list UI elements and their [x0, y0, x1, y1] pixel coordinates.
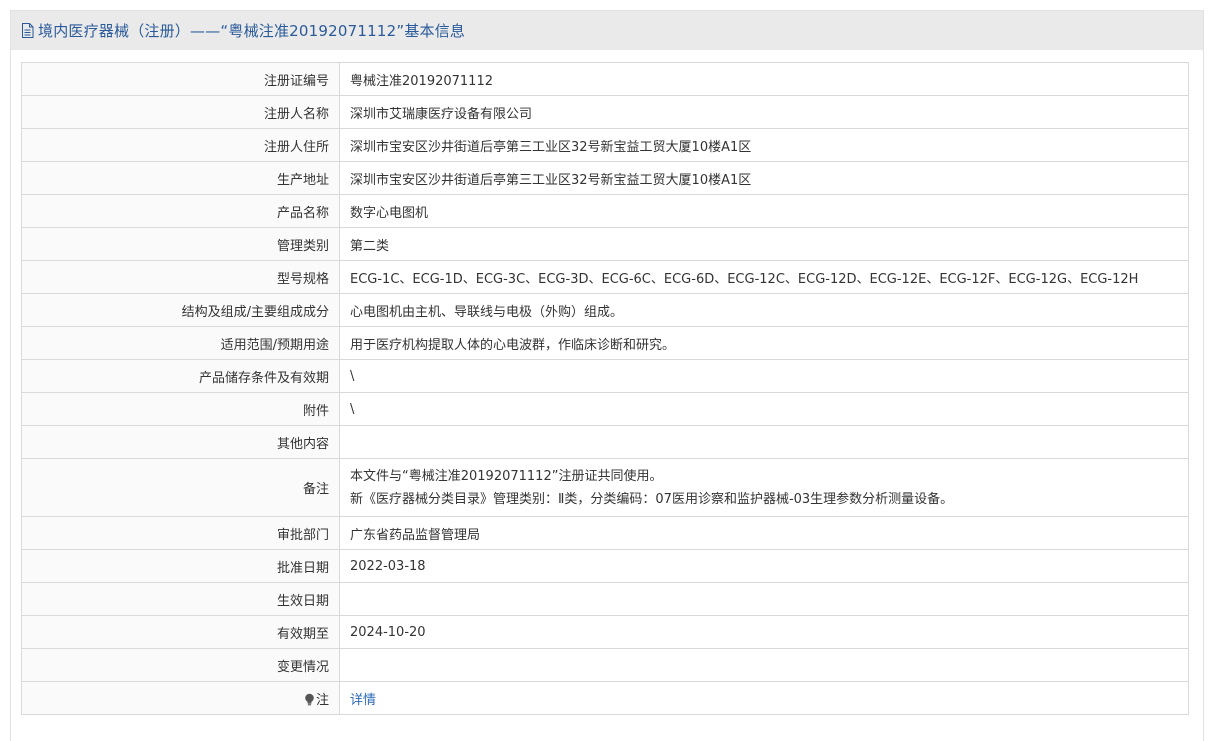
table-row: 产品储存条件及有效期 \: [21, 359, 1189, 393]
table-row: 审批部门 广东省药品监督管理局: [21, 516, 1189, 550]
table-row: 注册人名称 深圳市艾瑞康医疗设备有限公司: [21, 95, 1189, 129]
remark-value: 本文件与“粤械注准20192071112”注册证共同使用。 新《医疗器械分类目录…: [339, 458, 1189, 517]
document-icon: [21, 22, 35, 39]
row-label: 变更情况: [21, 648, 340, 682]
row-label: 批准日期: [21, 549, 340, 583]
table-row: 注册人住所 深圳市宝安区沙井街道后亭第三工业区32号新宝益工贸大厦10楼A1区: [21, 128, 1189, 162]
panel-header: 境内医疗器械（注册）——“粤械注准20192071112”基本信息: [11, 11, 1203, 50]
row-value: 广东省药品监督管理局: [339, 516, 1189, 550]
table-row: 管理类别 第二类: [21, 227, 1189, 261]
table-row: 批准日期 2022-03-18: [21, 549, 1189, 583]
row-label: 结构及组成/主要组成成分: [21, 293, 340, 327]
table-row: 有效期至 2024-10-20: [21, 615, 1189, 649]
info-table: 注册证编号 粤械注准20192071112 注册人名称 深圳市艾瑞康医疗设备有限…: [21, 62, 1189, 715]
row-value: [339, 582, 1189, 616]
table-row: 产品名称 数字心电图机: [21, 194, 1189, 228]
note-value: 详情: [339, 681, 1189, 715]
row-label: 产品名称: [21, 194, 340, 228]
lightbulb-icon: [303, 693, 315, 706]
remark-line-1: 本文件与“粤械注准20192071112”注册证共同使用。: [350, 468, 663, 484]
table-row: 结构及组成/主要组成成分 心电图机由主机、导联线与电极（外购）组成。: [21, 293, 1189, 327]
table-row: 附件 \: [21, 392, 1189, 426]
row-value: 数字心电图机: [339, 194, 1189, 228]
row-value: 2022-03-18: [339, 549, 1189, 583]
details-link[interactable]: 详情: [350, 693, 376, 708]
note-label-cell: 注: [21, 681, 340, 715]
row-label: 管理类别: [21, 227, 340, 261]
row-label: 注册人住所: [21, 128, 340, 162]
row-value: 深圳市艾瑞康医疗设备有限公司: [339, 95, 1189, 129]
row-value: 深圳市宝安区沙井街道后亭第三工业区32号新宝益工贸大厦10楼A1区: [339, 161, 1189, 195]
note-label: 注: [315, 692, 329, 708]
remark-line-2: 新《医疗器械分类目录》管理类别：Ⅱ类，分类编码：07医用诊察和监护器械-03生理…: [350, 491, 954, 507]
row-label: 审批部门: [21, 516, 340, 550]
table-row: 注册证编号 粤械注准20192071112: [21, 62, 1189, 96]
table-row: 变更情况: [21, 648, 1189, 682]
page-title: 境内医疗器械（注册）——“粤械注准20192071112”基本信息: [38, 22, 466, 40]
table-row: 其他内容: [21, 425, 1189, 459]
row-label: 其他内容: [21, 425, 340, 459]
table-row-note: 注 详情: [21, 681, 1189, 715]
row-value: 粤械注准20192071112: [339, 62, 1189, 96]
row-label: 有效期至: [21, 615, 340, 649]
row-label: 产品储存条件及有效期: [21, 359, 340, 393]
table-row: 生产地址 深圳市宝安区沙井街道后亭第三工业区32号新宝益工贸大厦10楼A1区: [21, 161, 1189, 195]
table-row: 型号规格 ECG-1C、ECG-1D、ECG-3C、ECG-3D、ECG-6C、…: [21, 260, 1189, 294]
row-label: 注册人名称: [21, 95, 340, 129]
row-value: ECG-1C、ECG-1D、ECG-3C、ECG-3D、ECG-6C、ECG-6…: [339, 260, 1189, 294]
row-label: 备注: [21, 458, 340, 517]
info-panel: 境内医疗器械（注册）——“粤械注准20192071112”基本信息 注册证编号 …: [10, 10, 1204, 741]
row-value: 深圳市宝安区沙井街道后亭第三工业区32号新宝益工贸大厦10楼A1区: [339, 128, 1189, 162]
row-label: 生效日期: [21, 582, 340, 616]
row-value: 用于医疗机构提取人体的心电波群，作临床诊断和研究。: [339, 326, 1189, 360]
table-row: 适用范围/预期用途 用于医疗机构提取人体的心电波群，作临床诊断和研究。: [21, 326, 1189, 360]
row-value: 2024-10-20: [339, 615, 1189, 649]
row-label: 适用范围/预期用途: [21, 326, 340, 360]
row-label: 型号规格: [21, 260, 340, 294]
row-label: 附件: [21, 392, 340, 426]
row-value: 心电图机由主机、导联线与电极（外购）组成。: [339, 293, 1189, 327]
row-value: \: [339, 392, 1189, 426]
row-value: [339, 648, 1189, 682]
row-value: \: [339, 359, 1189, 393]
row-value: 第二类: [339, 227, 1189, 261]
table-row-remark: 备注 本文件与“粤械注准20192071112”注册证共同使用。 新《医疗器械分…: [21, 458, 1189, 517]
row-label: 生产地址: [21, 161, 340, 195]
row-value: [339, 425, 1189, 459]
row-label: 注册证编号: [21, 62, 340, 96]
table-row: 生效日期: [21, 582, 1189, 616]
